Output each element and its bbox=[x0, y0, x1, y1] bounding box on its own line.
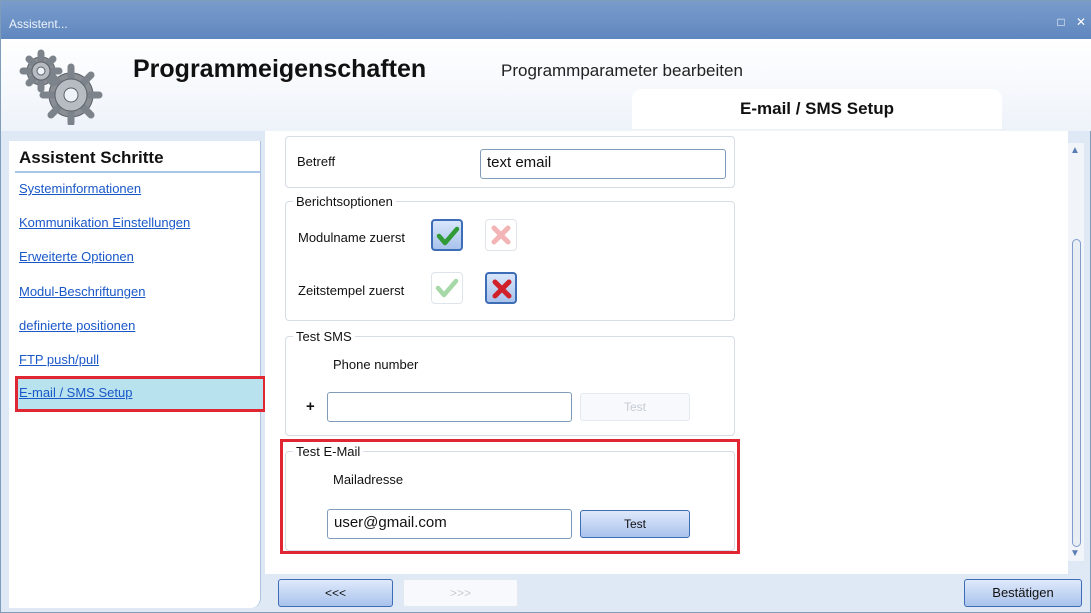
page-title: Programmeigenschaften bbox=[133, 55, 427, 83]
test-email-highlight bbox=[280, 439, 740, 554]
sidebar-item-definierte-positionen[interactable]: definierte positionen bbox=[19, 318, 135, 333]
test-sms-legend: Test SMS bbox=[293, 329, 355, 344]
modulname-zuerst-label: Modulname zuerst bbox=[298, 230, 405, 245]
zeitstempel-no-toggle[interactable] bbox=[485, 272, 517, 304]
sidebar-item-modul-beschriftungen[interactable]: Modul-Beschriftungen bbox=[19, 284, 145, 299]
modulname-yes-toggle[interactable] bbox=[431, 219, 463, 251]
modulname-no-toggle[interactable] bbox=[485, 219, 517, 251]
berichtsoptionen-legend: Berichtsoptionen bbox=[293, 194, 396, 209]
previous-button[interactable]: <<< bbox=[278, 579, 393, 607]
gears-icon bbox=[19, 49, 103, 125]
check-icon bbox=[435, 278, 459, 298]
next-button[interactable]: >>> bbox=[403, 579, 518, 607]
cross-icon bbox=[492, 279, 512, 299]
wizard-window: Assistent... □ ✕ Programmeigenschaften P… bbox=[0, 0, 1091, 613]
check-icon bbox=[436, 226, 460, 246]
scroll-up-icon[interactable]: ▲ bbox=[1070, 145, 1080, 156]
window-controls: □ ✕ bbox=[1054, 15, 1088, 29]
phone-number-label: Phone number bbox=[333, 357, 419, 372]
betreff-input[interactable]: text email bbox=[480, 149, 726, 179]
page-subtitle: Programmparameter bearbeiten bbox=[501, 61, 743, 80]
sidebar-item-ftp-push-pull[interactable]: FTP push/pull bbox=[19, 352, 99, 367]
tab-email-sms-setup[interactable]: E-mail / SMS Setup bbox=[632, 89, 1002, 129]
title-bar: Assistent... □ ✕ bbox=[1, 1, 1091, 39]
sidebar-item-kommunikation-einstellungen[interactable]: Kommunikation Einstellungen bbox=[19, 215, 190, 230]
cross-icon bbox=[491, 225, 511, 245]
sidebar-title: Assistent Schritte bbox=[19, 148, 164, 167]
scroll-down-icon[interactable]: ▼ bbox=[1070, 548, 1080, 559]
wizard-steps-sidebar: Assistent Schritte Systeminformationen K… bbox=[9, 141, 266, 608]
zeitstempel-zuerst-label: Zeitstempel zuerst bbox=[298, 283, 405, 298]
sidebar-divider bbox=[15, 171, 261, 173]
scrollbar[interactable]: ▲ ▼ bbox=[1068, 143, 1084, 561]
scroll-thumb[interactable] bbox=[1072, 239, 1081, 547]
confirm-button[interactable]: Bestätigen bbox=[964, 579, 1082, 607]
sidebar-item-systeminformationen[interactable]: Systeminformationen bbox=[19, 181, 141, 196]
test-sms-button[interactable]: Test bbox=[580, 393, 690, 421]
sidebar-item-erweiterte-optionen[interactable]: Erweiterte Optionen bbox=[19, 249, 134, 264]
window-title: Assistent... bbox=[9, 17, 68, 31]
betreff-label: Betreff bbox=[297, 154, 336, 169]
restore-icon[interactable]: □ bbox=[1054, 15, 1068, 29]
zeitstempel-yes-toggle[interactable] bbox=[431, 272, 463, 304]
sidebar-item-email-sms-setup[interactable]: E-mail / SMS Setup bbox=[19, 385, 132, 400]
phone-prefix: + bbox=[306, 398, 315, 415]
phone-number-input[interactable] bbox=[327, 392, 572, 422]
close-icon[interactable]: ✕ bbox=[1074, 15, 1088, 29]
